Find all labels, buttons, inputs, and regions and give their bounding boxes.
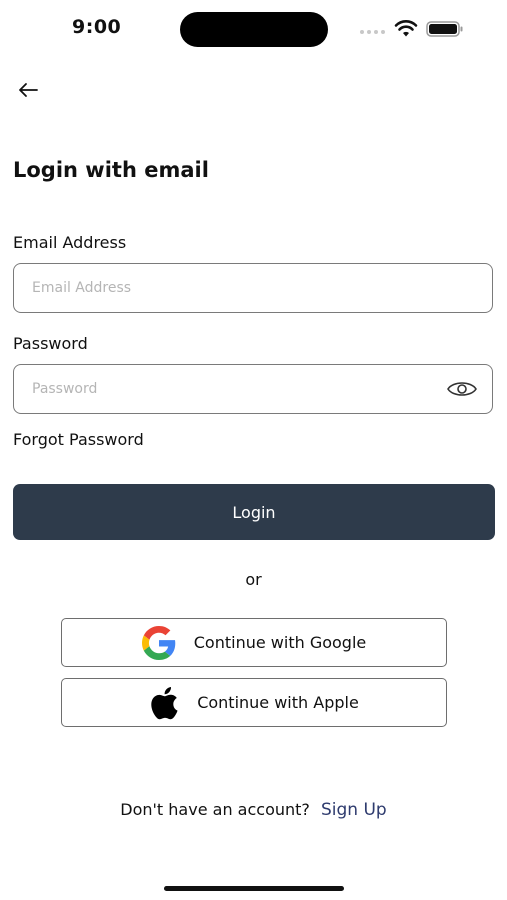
password-label: Password [13,334,88,353]
google-icon [141,625,176,660]
password-field[interactable] [32,365,432,413]
signal-icon [360,30,385,34]
email-label: Email Address [13,233,127,252]
sign-up-link[interactable]: Sign Up [321,800,387,820]
google-button-label: Continue with Google [193,633,367,652]
status-icons [360,18,470,40]
login-button[interactable]: Login [13,484,495,540]
continue-with-google-button[interactable]: Continue with Google [61,618,447,667]
battery-icon [426,21,463,37]
wifi-icon [394,20,418,37]
page-title: Login with email [13,158,209,182]
apple-button-label: Continue with Apple [197,693,359,712]
home-indicator[interactable] [164,886,344,891]
status-time: 9:00 [72,16,122,38]
arrow-left-icon [19,83,38,97]
eye-icon[interactable] [446,378,478,400]
continue-with-apple-button[interactable]: Continue with Apple [61,678,447,727]
email-field[interactable] [32,264,432,312]
signup-prompt: Don't have an account? [120,800,310,819]
status-bar: 9:00 [0,0,507,60]
or-divider: or [245,570,262,589]
dynamic-island [180,12,328,47]
apple-icon [151,686,178,719]
back-button[interactable] [12,76,44,104]
signup-row: Don't have an account? Sign Up [0,800,507,820]
password-field-container [13,364,493,414]
forgot-password-link[interactable]: Forgot Password [13,430,144,449]
email-field-container [13,263,493,313]
